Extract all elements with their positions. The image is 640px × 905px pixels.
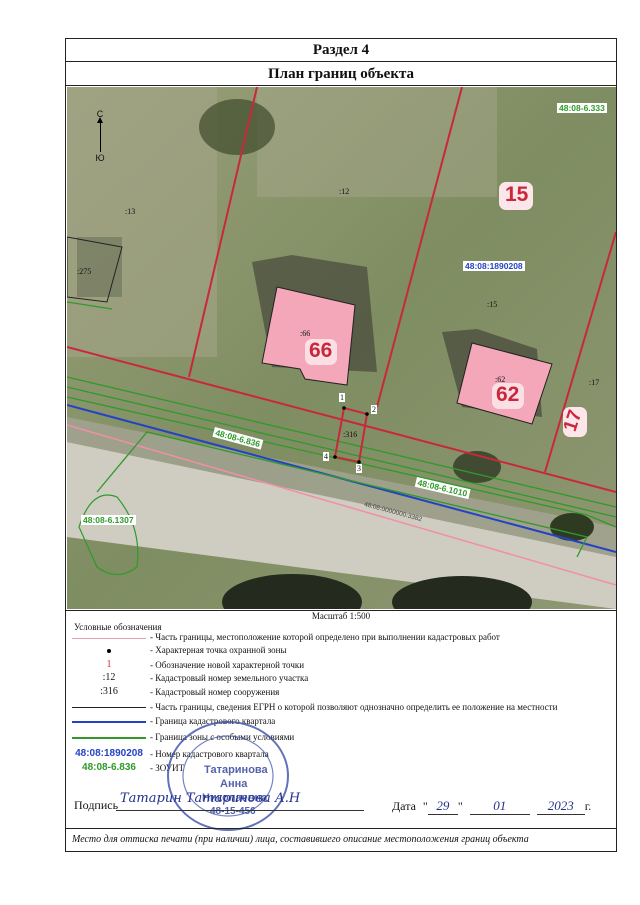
date-label: Дата bbox=[392, 799, 416, 813]
legend-title: Условные обозначения bbox=[74, 622, 162, 632]
zone-label-1307: 48:08-6.1307 bbox=[81, 515, 136, 525]
building-label-66: :66 bbox=[300, 329, 311, 338]
legend-symbol-determined-boundary bbox=[72, 638, 146, 639]
field-area bbox=[67, 87, 217, 357]
footer-note: Место для оттиска печати (при наличии) л… bbox=[72, 834, 529, 845]
plan-title: План границ объекта bbox=[65, 62, 617, 86]
legend-item-egrn-boundary: - Часть границы, сведения ЕГРН о которой… bbox=[150, 702, 558, 712]
legend-symbol-zone-point bbox=[70, 645, 148, 656]
date-field: Дата " 29 " 01 2023 г. bbox=[392, 798, 592, 815]
house-number-15: 15 bbox=[505, 183, 529, 206]
signature-line bbox=[116, 810, 364, 811]
date-year-suffix: г. bbox=[584, 799, 592, 813]
legend-item-structure-number: - Кадастровый номер сооружения bbox=[150, 687, 280, 697]
legend-item-determined-boundary: - Часть границы, местоположение которой … bbox=[150, 632, 500, 642]
signature-label: Подпись bbox=[74, 798, 119, 812]
house-number-62: 62 bbox=[496, 383, 520, 406]
parcel-label-15: :15 bbox=[487, 300, 498, 309]
parcel-label-13: :13 bbox=[125, 207, 136, 216]
parcel-label-275: :275 bbox=[77, 267, 92, 276]
signature-handwriting: Татарин Татаринова А.Н bbox=[120, 791, 301, 806]
legend-item-parcel-number: - Кадастровый номер земельного участка bbox=[150, 673, 309, 683]
legend-item-zone-point: - Характерная точка охранной зоны bbox=[150, 645, 287, 655]
point-1-marker bbox=[342, 406, 346, 410]
date-day: 29 bbox=[427, 798, 458, 815]
section-title: Раздел 4 bbox=[65, 38, 617, 62]
legend-symbol-new-point: 1 bbox=[106, 659, 112, 670]
tree bbox=[199, 99, 275, 155]
seal-line-name: Анна bbox=[220, 778, 248, 790]
legend-symbol-egrn-boundary bbox=[72, 707, 146, 708]
legend-symbol-zone-number: 48:08-6.836 bbox=[82, 762, 136, 773]
point-2-marker bbox=[365, 412, 369, 416]
map-scale: Масштаб 1:500 bbox=[311, 611, 371, 621]
house-number-66: 66 bbox=[309, 339, 333, 362]
footer-rule bbox=[65, 828, 617, 829]
seal-line-surname: Татаринова bbox=[204, 764, 268, 776]
legend-symbol-quarter-boundary bbox=[72, 721, 146, 723]
quarter-label: 48:08:1890208 bbox=[463, 261, 525, 271]
structure-label-316: :316 bbox=[343, 430, 358, 439]
zone-label-333: 48:08-6.333 bbox=[557, 103, 607, 113]
compass-south: Ю bbox=[95, 153, 105, 163]
legend-symbol-structure-number: :316 bbox=[100, 686, 118, 697]
legend-item-new-point: - Обозначение новой характерной точки bbox=[150, 660, 305, 670]
boundary-map: С Ю 48:08-6.333 48:08-6.836 48:08-6.1010… bbox=[67, 87, 616, 609]
legend-symbol-parcel-number: :12 bbox=[102, 672, 116, 683]
parcel-label-17: :17 bbox=[589, 378, 600, 387]
map-bottom-rule bbox=[65, 610, 617, 611]
point-label-1: 1 bbox=[339, 393, 345, 402]
field-area bbox=[257, 87, 497, 197]
date-month: 01 bbox=[469, 798, 530, 815]
legend-symbol-zone-boundary bbox=[72, 737, 146, 739]
point-label-2: 2 bbox=[371, 405, 377, 414]
point-label-4: 4 bbox=[323, 452, 329, 461]
seal-line-number: 48-15-456 bbox=[210, 806, 256, 817]
point-label-3: 3 bbox=[356, 464, 362, 473]
date-year: 2023 bbox=[536, 798, 585, 815]
point-4-marker bbox=[333, 455, 337, 459]
compass: С Ю bbox=[93, 109, 107, 163]
map-canvas bbox=[67, 87, 616, 609]
parcel-label-12: :12 bbox=[339, 187, 350, 196]
legend-symbol-quarter-number: 48:08:1890208 bbox=[75, 748, 143, 759]
compass-arrow-icon bbox=[96, 117, 103, 152]
